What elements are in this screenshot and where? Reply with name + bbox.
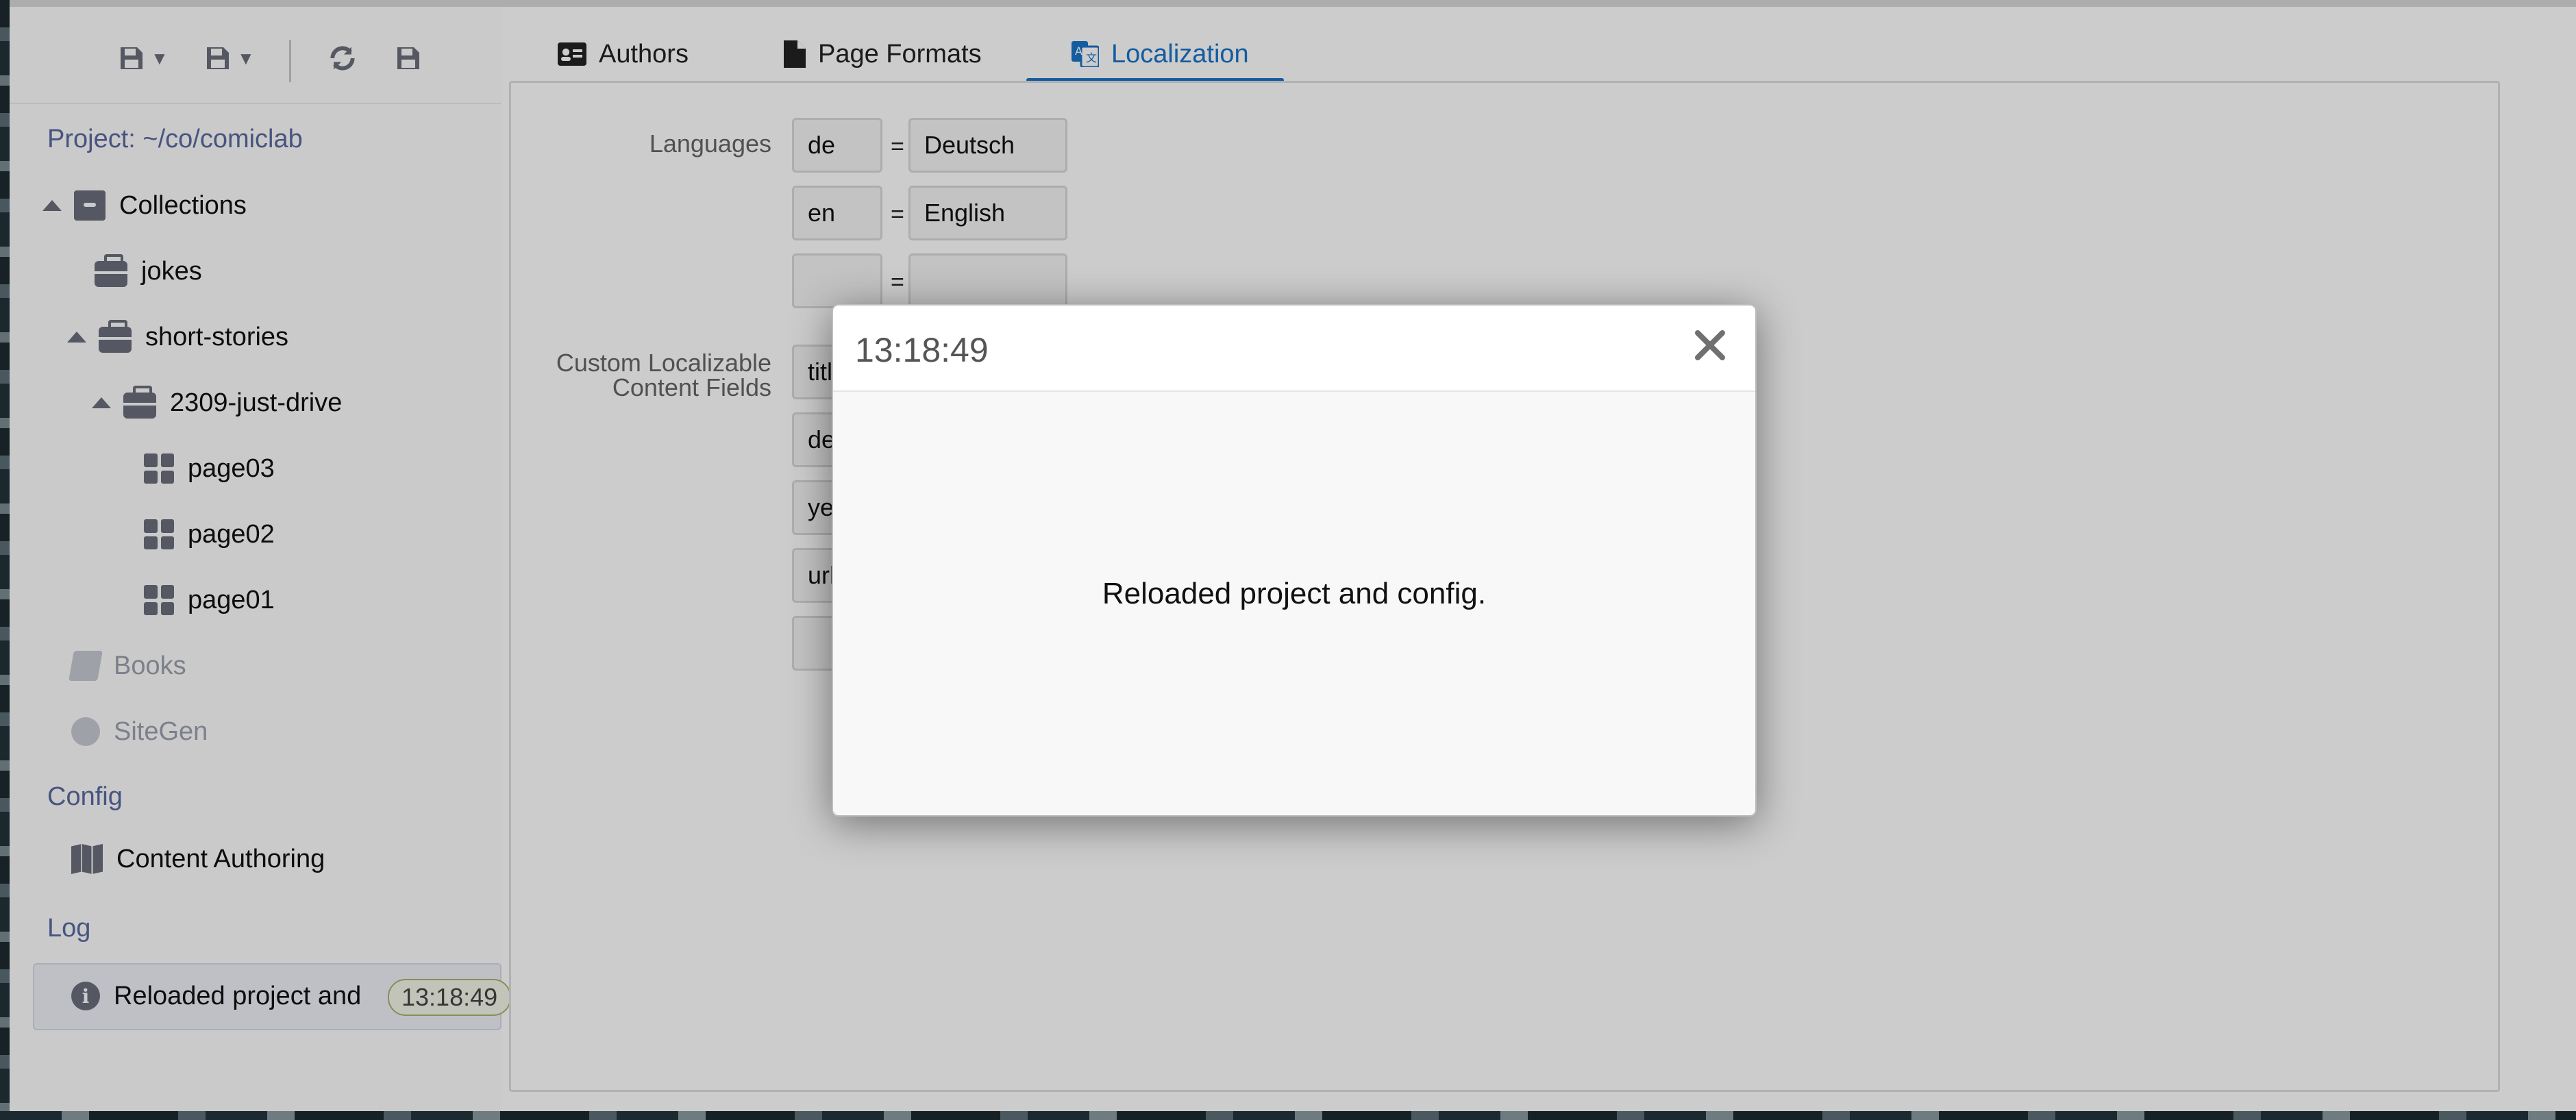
- close-icon[interactable]: [1689, 325, 1731, 366]
- dialog-header: 13:18:49: [833, 306, 1755, 392]
- dialog-title: 13:18:49: [855, 331, 989, 369]
- dialog-message: Reloaded project and config.: [1102, 577, 1487, 610]
- notification-dialog: 13:18:49 Reloaded project and config.: [832, 304, 1757, 817]
